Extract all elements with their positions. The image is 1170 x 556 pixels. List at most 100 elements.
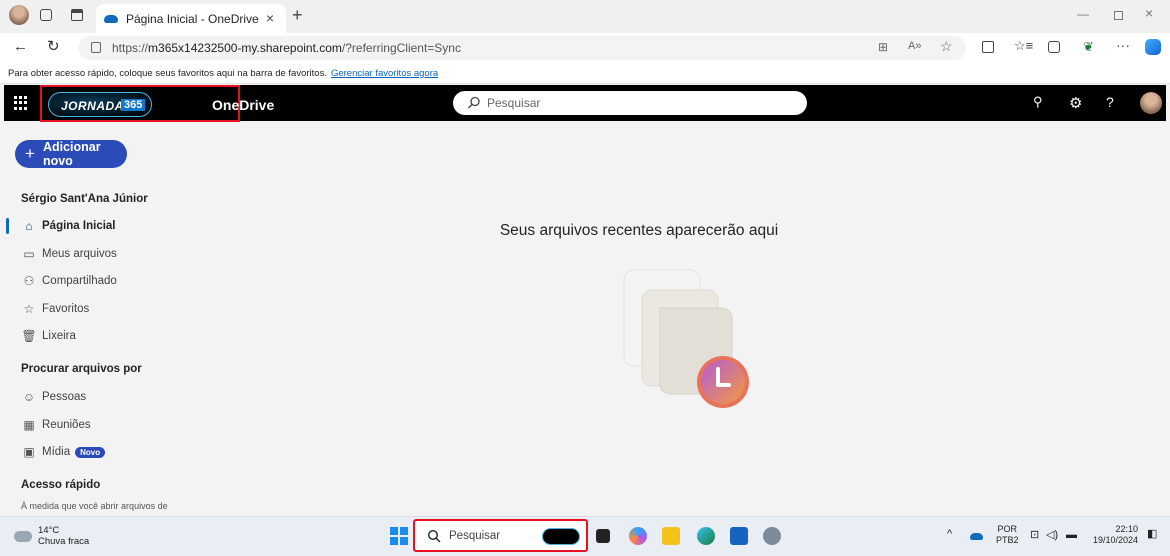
left-navigation: + Adicionar novo Sérgio Sant'Ana Júnior …	[4, 121, 184, 516]
settings-sync-icon[interactable]: ⚲	[1033, 94, 1043, 110]
jornada365-logo[interactable]: JORNADA 365	[48, 92, 152, 117]
plus-icon: +	[25, 144, 35, 163]
star-icon: ☆	[23, 302, 35, 316]
favorites-message: Para obter acesso rápido, coloque seus f…	[8, 67, 327, 79]
new-tab-button[interactable]: +	[292, 5, 303, 26]
store-icon[interactable]	[730, 527, 748, 545]
windows-taskbar: 14°C Chuva fraca Pesquisar ^ POR PTB2 ⊡ …	[0, 516, 1170, 556]
browser-essentials-icon[interactable]: ❦	[1083, 39, 1094, 55]
profile-avatar[interactable]	[9, 5, 29, 25]
add-new-label: Adicionar novo	[42, 140, 101, 168]
app-launcher-icon[interactable]	[14, 96, 28, 110]
nav-item-home[interactable]: ⌂ Página Inicial	[21, 219, 116, 233]
browser-tab-bar: Página Inicial - OneDrive × + — ×	[0, 0, 1170, 33]
cloud-icon	[14, 530, 32, 542]
nav-item-shared[interactable]: ⚇ Compartilhado	[21, 274, 117, 288]
vertical-tabs-icon[interactable]	[71, 9, 83, 21]
browse-heading: Procurar arquivos por	[21, 363, 142, 375]
search-icon	[468, 96, 480, 109]
language-code: POR	[997, 524, 1018, 534]
volume-icon[interactable]: ◁)	[1046, 530, 1058, 541]
favorites-bar: Para obter acesso rápido, coloque seus f…	[0, 63, 1170, 84]
close-window-button[interactable]: ×	[1145, 5, 1153, 21]
quick-access-heading: Acesso rápido	[21, 479, 101, 491]
nav-item-meetings[interactable]: ▦ Reuniões	[21, 418, 91, 432]
url-host: m365x14232500-my.sharepoint.com	[148, 41, 342, 55]
nav-item-label: Página Inicial	[42, 220, 116, 232]
page-info-icon[interactable]	[91, 42, 101, 53]
close-tab-icon[interactable]: ×	[266, 10, 274, 26]
workspaces-icon[interactable]	[40, 9, 52, 21]
brand-area: JORNADA 365 OneDrive	[40, 85, 274, 122]
active-indicator	[6, 218, 9, 234]
clock-date: 19/10/2024	[1092, 535, 1138, 545]
more-icon[interactable]: ···	[1116, 37, 1130, 53]
help-icon[interactable]: ?	[1106, 94, 1114, 110]
people-icon: ⚇	[23, 274, 35, 288]
notifications-icon[interactable]: ◧	[1147, 529, 1157, 540]
nav-item-label: Meus arquivos	[42, 248, 117, 260]
nav-item-favorites[interactable]: ☆ Favoritos	[21, 302, 90, 316]
app-name[interactable]: OneDrive	[212, 97, 274, 113]
search-box[interactable]: Pesquisar	[453, 91, 807, 115]
split-screen-icon[interactable]	[982, 41, 994, 53]
user-name: Sérgio Sant'Ana Júnior	[21, 193, 148, 205]
onedrive-tray-icon[interactable]	[970, 533, 983, 540]
search-placeholder: Pesquisar	[487, 96, 541, 110]
nav-item-media[interactable]: ▣ Mídia Novo	[21, 445, 106, 459]
trash-icon: 🗑	[21, 329, 37, 343]
url-path: /?referringClient=Sync	[341, 41, 461, 55]
nav-item-label: Reuniões	[42, 419, 91, 431]
copilot-icon[interactable]	[1145, 39, 1161, 55]
refresh-icon[interactable]: ↻	[47, 37, 60, 55]
empty-state-title: Seus arquivos recentes aparecerão aqui	[499, 222, 779, 239]
favorite-star-icon[interactable]: ☆	[940, 38, 953, 55]
taskbar-search[interactable]: Pesquisar	[413, 519, 588, 552]
address-row: ← ↻ https://m365x14232500-my.sharepoint.…	[0, 33, 1170, 63]
read-aloud-icon[interactable]: A»	[908, 40, 921, 52]
copilot-app-icon[interactable]	[629, 527, 647, 545]
nav-item-recycle-bin[interactable]: 🗑 Lixeira	[21, 329, 76, 343]
collections-icon[interactable]	[1048, 41, 1060, 53]
add-new-button[interactable]: + Adicionar novo	[15, 140, 127, 168]
app-available-icon[interactable]: ⊞	[878, 40, 888, 54]
task-view-icon[interactable]	[596, 529, 610, 543]
restore-button[interactable]	[1114, 11, 1123, 20]
settings-app-icon[interactable]	[763, 527, 781, 545]
nav-item-label: Mídia	[42, 446, 71, 458]
app-header: JORNADA 365 OneDrive Pesquisar ⚲ ⚙ ?	[4, 85, 1166, 122]
nav-item-people[interactable]: ☺ Pessoas	[21, 390, 86, 404]
start-icon[interactable]	[390, 527, 408, 545]
show-hidden-icons[interactable]: ^	[947, 529, 952, 540]
nav-item-label: Compartilhado	[42, 275, 117, 287]
taskbar-search-placeholder: Pesquisar	[449, 529, 501, 542]
back-icon[interactable]: ←	[13, 38, 28, 55]
url-prefix: https://	[112, 41, 149, 55]
search-icon	[427, 529, 441, 542]
keyboard-layout: PTB2	[996, 535, 1019, 545]
logo-text: JORNADA	[61, 99, 124, 113]
network-icon[interactable]: ⊡	[1030, 530, 1039, 541]
logo-number: 365	[121, 99, 146, 111]
weather-desc: Chuva fraca	[38, 536, 90, 547]
file-explorer-icon[interactable]	[662, 527, 680, 545]
onedrive-cloud-icon	[104, 14, 118, 23]
edge-icon[interactable]	[697, 527, 715, 545]
settings-gear-icon[interactable]: ⚙	[1069, 94, 1082, 112]
calendar-icon: ▦	[23, 418, 35, 432]
minimize-button[interactable]: —	[1077, 7, 1089, 21]
recent-files-illustration	[623, 269, 749, 408]
clock[interactable]: 22:10 19/10/2024	[1088, 524, 1138, 546]
language-indicator[interactable]: POR PTB2	[996, 524, 1019, 546]
tab-title: Página Inicial - OneDrive	[126, 11, 259, 26]
battery-icon[interactable]: ▬	[1066, 530, 1077, 541]
address-bar[interactable]: https://m365x14232500-my.sharepoint.com /…	[78, 36, 966, 60]
tab-onedrive[interactable]: Página Inicial - OneDrive ×	[96, 4, 286, 33]
favorites-icon[interactable]: ☆≡	[1014, 38, 1033, 54]
account-avatar[interactable]	[1140, 92, 1162, 114]
manage-favorites-link[interactable]: Gerenciar favoritos agora	[331, 68, 438, 79]
nav-item-label: Lixeira	[42, 330, 76, 342]
nav-item-my-files[interactable]: ▭ Meus arquivos	[21, 247, 117, 261]
search-highlight-logo	[542, 528, 580, 545]
weather-widget[interactable]: 14°C Chuva fraca	[14, 525, 89, 547]
